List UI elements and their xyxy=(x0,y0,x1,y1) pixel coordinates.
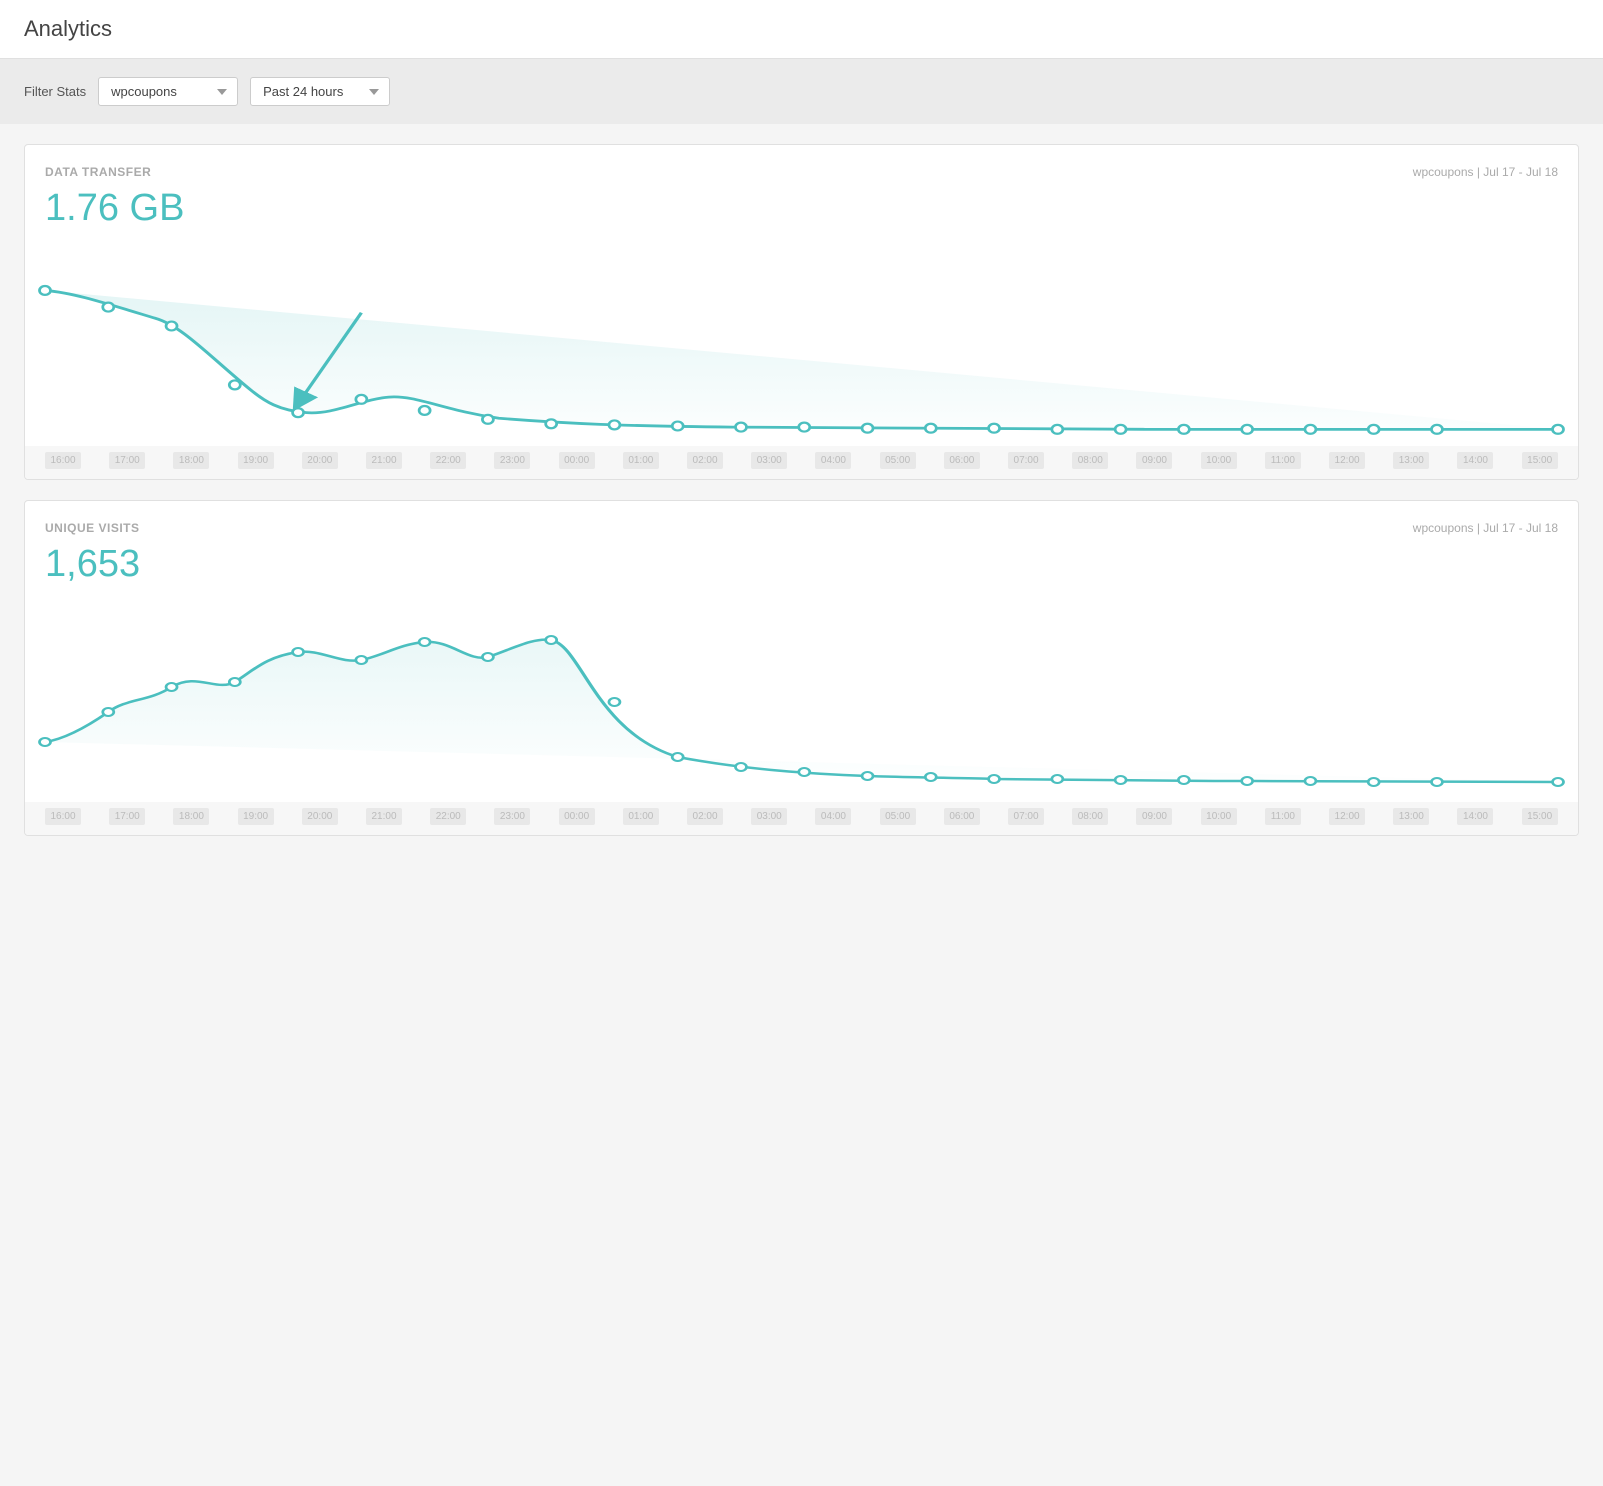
time-label: 18:00 xyxy=(173,808,209,825)
time-label: 18:00 xyxy=(173,452,209,469)
unique-visits-chart xyxy=(45,602,1558,802)
time-label: 23:00 xyxy=(494,808,530,825)
time-label: 12:00 xyxy=(1329,452,1365,469)
time-label: 03:00 xyxy=(751,452,787,469)
time-label: 17:00 xyxy=(109,452,145,469)
time-label: 15:00 xyxy=(1522,808,1558,825)
time-label: 22:00 xyxy=(430,808,466,825)
time-label: 04:00 xyxy=(815,452,851,469)
time-label: 15:00 xyxy=(1522,452,1558,469)
time-label: 09:00 xyxy=(1136,452,1172,469)
data-transfer-header: DATA TRANSFER wpcoupons | Jul 17 - Jul 1… xyxy=(45,165,1558,179)
unique-visits-meta: wpcoupons | Jul 17 - Jul 18 xyxy=(1413,521,1558,535)
time-label: 19:00 xyxy=(238,452,274,469)
time-label: 16:00 xyxy=(45,452,81,469)
time-label: 01:00 xyxy=(623,808,659,825)
time-label: 11:00 xyxy=(1265,452,1301,469)
page-title: Analytics xyxy=(24,16,1579,42)
time-label: 02:00 xyxy=(687,452,723,469)
data-transfer-value: 1.76 GB xyxy=(45,187,1558,230)
time-label: 14:00 xyxy=(1457,808,1493,825)
data-transfer-meta: wpcoupons | Jul 17 - Jul 18 xyxy=(1413,165,1558,179)
time-label: 03:00 xyxy=(751,808,787,825)
time-label: 08:00 xyxy=(1072,808,1108,825)
time-label: 07:00 xyxy=(1008,452,1044,469)
main-content: DATA TRANSFER wpcoupons | Jul 17 - Jul 1… xyxy=(0,124,1603,856)
time-label: 23:00 xyxy=(494,452,530,469)
unique-visits-header: UNIQUE VISITS wpcoupons | Jul 17 - Jul 1… xyxy=(45,521,1558,535)
data-transfer-time-axis: 16:00 17:00 18:00 19:00 20:00 21:00 22:0… xyxy=(25,446,1578,479)
time-label: 22:00 xyxy=(430,452,466,469)
time-label: 01:00 xyxy=(623,452,659,469)
time-label: 21:00 xyxy=(366,452,402,469)
time-label: 05:00 xyxy=(880,808,916,825)
time-label: 14:00 xyxy=(1457,452,1493,469)
time-label: 13:00 xyxy=(1393,452,1429,469)
unique-visits-time-axis: 16:00 17:00 18:00 19:00 20:00 21:00 22:0… xyxy=(25,802,1578,835)
time-label: 12:00 xyxy=(1329,808,1365,825)
time-label: 04:00 xyxy=(815,808,851,825)
unique-visits-value: 1,653 xyxy=(45,543,1558,586)
time-label: 19:00 xyxy=(238,808,274,825)
filter-bar: Filter Stats wpcoupons Past 24 hours Pas… xyxy=(0,59,1603,124)
time-label: 02:00 xyxy=(687,808,723,825)
time-label: 16:00 xyxy=(45,808,81,825)
data-transfer-card: DATA TRANSFER wpcoupons | Jul 17 - Jul 1… xyxy=(24,144,1579,480)
page-header: Analytics xyxy=(0,0,1603,59)
site-select[interactable]: wpcoupons xyxy=(98,77,238,106)
unique-visits-title: UNIQUE VISITS xyxy=(45,521,140,535)
time-label: 05:00 xyxy=(880,452,916,469)
time-label: 10:00 xyxy=(1201,452,1237,469)
time-label: 13:00 xyxy=(1393,808,1429,825)
time-label: 09:00 xyxy=(1136,808,1172,825)
time-select[interactable]: Past 24 hours Past 7 days Past 30 days xyxy=(250,77,390,106)
unique-visits-card: UNIQUE VISITS wpcoupons | Jul 17 - Jul 1… xyxy=(24,500,1579,836)
time-label: 21:00 xyxy=(366,808,402,825)
time-label: 08:00 xyxy=(1072,452,1108,469)
time-label: 06:00 xyxy=(944,808,980,825)
filter-label: Filter Stats xyxy=(24,84,86,99)
data-transfer-chart xyxy=(45,246,1558,446)
time-label: 06:00 xyxy=(944,452,980,469)
data-transfer-title: DATA TRANSFER xyxy=(45,165,151,179)
time-label: 10:00 xyxy=(1201,808,1237,825)
time-label: 20:00 xyxy=(302,452,338,469)
time-label: 00:00 xyxy=(559,452,595,469)
time-label: 07:00 xyxy=(1008,808,1044,825)
time-label: 00:00 xyxy=(559,808,595,825)
time-label: 17:00 xyxy=(109,808,145,825)
time-label: 20:00 xyxy=(302,808,338,825)
time-label: 11:00 xyxy=(1265,808,1301,825)
